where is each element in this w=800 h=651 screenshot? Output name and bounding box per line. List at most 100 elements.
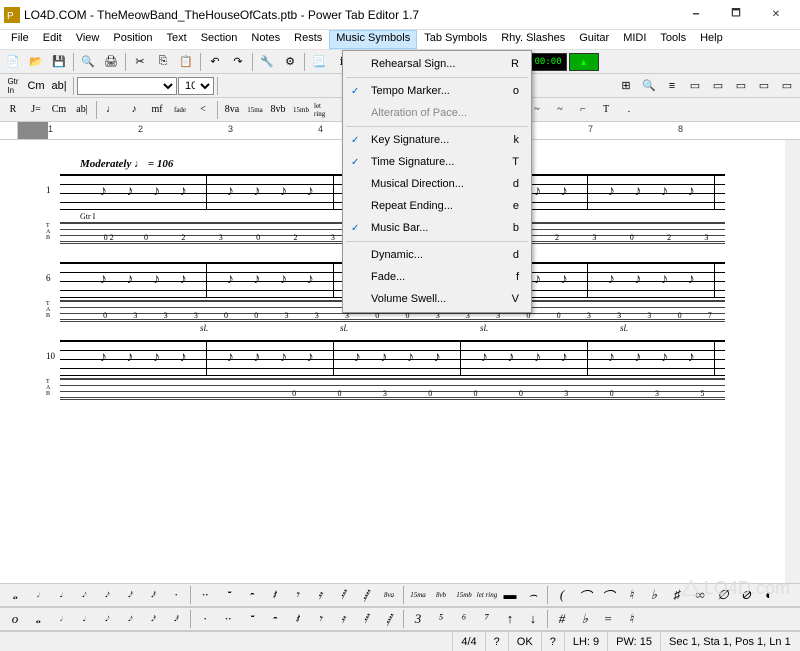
palette1-btn-23[interactable]: ( [551, 585, 573, 605]
tab-fret[interactable]: 0 [241, 301, 271, 321]
symbol-btn-9[interactable]: 8va [221, 100, 243, 120]
tab-fret[interactable]: 2 [165, 223, 202, 243]
menu-midi[interactable]: MIDI [616, 30, 653, 49]
palette2-btn-5[interactable]: 𝅘𝅥𝅯 [119, 609, 141, 629]
tab-fret[interactable]: 0 [498, 379, 543, 399]
dropdown-item-fade-[interactable]: Fade...f [345, 266, 529, 288]
note[interactable]: ♪ [634, 184, 641, 200]
palette1-btn-20[interactable]: let ring [476, 585, 498, 605]
new-icon[interactable]: 📄 [2, 52, 24, 72]
tool2-icon[interactable]: ⚙ [279, 52, 301, 72]
symbol-btn-8[interactable]: < [192, 100, 214, 120]
print-preview-icon[interactable]: 🔍 [77, 52, 99, 72]
palette2-btn-19[interactable]: ⁶ [453, 609, 475, 629]
note[interactable]: ♪ [126, 272, 133, 288]
menu-position[interactable]: Position [106, 30, 159, 49]
tab-fret[interactable]: 0 [211, 301, 241, 321]
menu-help[interactable]: Help [693, 30, 730, 49]
symbol-btn-0[interactable]: R [2, 100, 24, 120]
note[interactable]: ♪ [253, 184, 260, 200]
tab-fret[interactable]: 7 [695, 301, 725, 321]
note[interactable]: ♪ [253, 272, 260, 288]
alt3-icon[interactable]: ▭ [730, 76, 752, 96]
tab-fret[interactable]: 2 [277, 223, 314, 243]
palette1-btn-28[interactable]: ♯ [666, 585, 688, 605]
dropdown-item-key-signature-[interactable]: ✓Key Signature...k [345, 129, 529, 151]
note[interactable]: ♪ [661, 350, 668, 366]
palette1-btn-4[interactable]: 𝅘𝅥𝅯 [96, 585, 118, 605]
note[interactable]: ♪ [661, 272, 668, 288]
palette1-btn-18[interactable]: 8vb [430, 585, 452, 605]
section-icon[interactable]: ⊞ [615, 76, 637, 96]
note[interactable]: ♪ [380, 350, 387, 366]
dropdown-item-music-bar-[interactable]: ✓Music Bar...b [345, 217, 529, 239]
note[interactable]: ♪ [280, 272, 287, 288]
palette2-btn-2[interactable]: 𝅗𝅥 [50, 609, 72, 629]
palette1-btn-11[interactable]: 𝄽 [263, 585, 285, 605]
dropdown-item-dynamic-[interactable]: Dynamic...d [345, 244, 529, 266]
symbol-btn-25[interactable]: T [595, 100, 617, 120]
alt1-icon[interactable]: ▭ [684, 76, 706, 96]
tab-fret[interactable]: 3 [202, 223, 239, 243]
palette2-btn-17[interactable]: 3 [407, 609, 429, 629]
menu-music-symbols[interactable]: Music Symbols [329, 30, 417, 49]
palette1-btn-29[interactable]: ∞ [689, 585, 711, 605]
menu-tab-symbols[interactable]: Tab Symbols [417, 30, 494, 49]
note[interactable]: ♪ [354, 350, 361, 366]
palette2-btn-8[interactable]: · [194, 609, 216, 629]
palette2-btn-13[interactable]: 𝄾 [309, 609, 331, 629]
maximize-button[interactable]: 🗖 [716, 1, 756, 29]
palette1-btn-24[interactable]: ⌒ [574, 585, 596, 605]
palette1-btn-32[interactable]: ◐ [758, 585, 780, 605]
alt5-icon[interactable]: ▭ [776, 76, 798, 96]
note[interactable]: ♪ [507, 350, 514, 366]
symbol-btn-13[interactable]: let ring [313, 100, 335, 120]
menu-rhy-slashes[interactable]: Rhy. Slashes [494, 30, 572, 49]
note[interactable]: ♪ [481, 350, 488, 366]
palette1-btn-31[interactable]: ⊘ [735, 585, 757, 605]
palette1-btn-17[interactable]: 15ma [407, 585, 429, 605]
palette1-btn-16[interactable]: 8va [378, 585, 400, 605]
tab-fret[interactable]: 0 [271, 379, 316, 399]
alt4-icon[interactable]: ▭ [753, 76, 775, 96]
palette2-btn-26[interactable]: ♮ [620, 609, 642, 629]
zoom-icon[interactable]: 🔍 [638, 76, 660, 96]
palette1-btn-15[interactable]: 𝅁 [355, 585, 377, 605]
tab-fret[interactable]: 0 2 [90, 223, 127, 243]
tab-fret[interactable] [135, 379, 180, 399]
palette1-btn-7[interactable]: · [165, 585, 187, 605]
symbol-btn-10[interactable]: 15ma [244, 100, 266, 120]
palette2-btn-21[interactable]: ↑ [499, 609, 521, 629]
palette1-btn-19[interactable]: 15mb [453, 585, 475, 605]
dropdown-item-volume-swell-[interactable]: Volume Swell...V [345, 288, 529, 310]
tab-fret[interactable]: 0 [317, 379, 362, 399]
note[interactable]: ♪ [100, 350, 107, 366]
note[interactable]: ♪ [153, 350, 160, 366]
palette1-btn-21[interactable]: ▬ [499, 585, 521, 605]
symbol-btn-1[interactable]: J= [25, 100, 47, 120]
menu-file[interactable]: File [4, 30, 36, 49]
palette1-btn-27[interactable]: ♭ [643, 585, 665, 605]
note[interactable]: ♪ [688, 184, 695, 200]
palette1-btn-26[interactable]: ♮ [620, 585, 642, 605]
tool-icon[interactable]: 🔧 [256, 52, 278, 72]
palette2-btn-9[interactable]: ·· [217, 609, 239, 629]
symbol-btn-24[interactable]: ⌐ [572, 100, 594, 120]
note[interactable]: ♪ [126, 184, 133, 200]
note[interactable]: ♪ [126, 350, 133, 366]
tab-fret[interactable]: 3 [362, 379, 407, 399]
note[interactable]: ♪ [561, 350, 568, 366]
tab-fret[interactable]: 0 [544, 301, 574, 321]
note[interactable]: ♪ [153, 272, 160, 288]
dropdown-item-time-signature-[interactable]: ✓Time Signature...T [345, 151, 529, 173]
palette2-btn-23[interactable]: # [551, 609, 573, 629]
tab-fret[interactable]: 0 [453, 379, 498, 399]
note[interactable]: ♪ [634, 350, 641, 366]
tab-fret[interactable]: 0 [127, 223, 164, 243]
note[interactable]: ♪ [153, 184, 160, 200]
symbol-btn-5[interactable]: ♪ [123, 100, 145, 120]
tab-fret[interactable]: 3 [604, 301, 634, 321]
note[interactable]: ♪ [227, 350, 234, 366]
staff[interactable]: 10♪♪♪♪♪♪♪♪♪♪♪♪♪♪♪♪♪♪♪♪ [60, 340, 725, 376]
symbol-btn-3[interactable]: ab| [71, 100, 93, 120]
